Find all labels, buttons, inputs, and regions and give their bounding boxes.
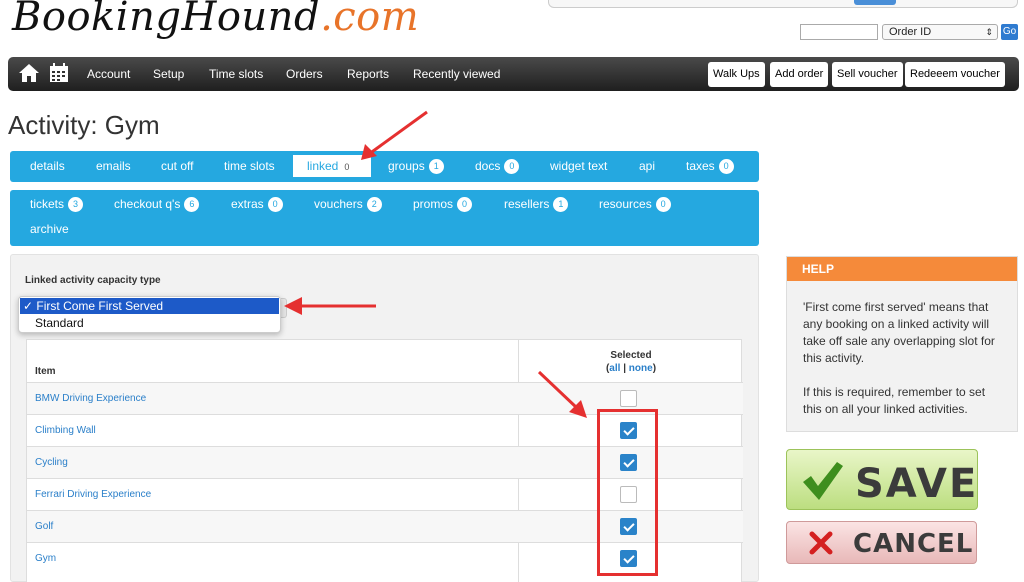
checkmark-icon [803,462,843,500]
walk-ups-button[interactable]: Walk Ups [708,62,765,87]
tab-taxes-count: 0 [718,159,734,174]
select-arrows-icon: ⇕ [985,27,993,37]
cancel-label: CANCEL [853,529,974,559]
tab-resellers[interactable]: resellers 1 [504,197,569,212]
tab-archive[interactable]: archive [30,222,69,236]
activity-link[interactable]: Ferrari Driving Experience [35,489,151,500]
order-search-input[interactable] [800,24,878,40]
top-strip [548,0,1018,8]
select-all-link[interactable]: all [609,363,620,374]
tab-resources[interactable]: resources 0 [599,197,671,212]
nav-account[interactable]: Account [87,67,130,81]
main-navbar: Account Setup Time slots Orders Reports … [8,57,1019,91]
help-paragraph-2: If this is required, remember to set thi… [803,385,986,416]
option-standard[interactable]: Standard [35,316,84,330]
select-none-link[interactable]: none [629,363,653,374]
cancel-button[interactable]: CANCEL [786,521,977,564]
tab-vouchers[interactable]: vouchers 2 [314,197,382,212]
tab-tickets[interactable]: tickets 3 [30,197,84,212]
annotation-arrow-checkboxes [537,370,587,418]
logo: BookingHound.com [12,0,419,40]
help-paragraph-1: 'First come first served' means that any… [803,300,995,365]
option-first-come-first-served[interactable]: ✓ First Come First Served [20,298,279,314]
activity-link[interactable]: Gym [35,553,56,564]
order-type-value: Order ID [889,26,932,38]
nav-time-slots[interactable]: Time slots [209,67,263,81]
tab-linked-count: 0 [344,162,350,172]
capacity-type-dropdown[interactable]: ✓ First Come First Served Standard [18,296,281,333]
nav-recently-viewed[interactable]: Recently viewed [413,67,500,81]
nav-setup[interactable]: Setup [153,67,184,81]
help-panel: HELP 'First come first served' means tha… [786,256,1018,432]
activity-link[interactable]: Climbing Wall [35,425,96,436]
nav-reports[interactable]: Reports [347,67,389,81]
logo-suffix: .com [320,0,420,40]
tab-docs[interactable]: docs 0 [475,159,520,174]
go-button[interactable]: Go [1001,24,1018,40]
top-strip-button[interactable] [854,0,896,5]
tab-resellers-count: 1 [553,197,569,212]
save-button[interactable]: SAVE [786,449,978,510]
redeem-voucher-button[interactable]: Redeeem voucher [905,62,1005,87]
annotation-arrow-dropdown [284,297,376,315]
tab-extras[interactable]: extras 0 [231,197,283,212]
nav-orders[interactable]: Orders [286,67,323,81]
calendar-icon[interactable] [49,63,69,83]
activity-link[interactable]: BMW Driving Experience [35,393,146,404]
tab-cut-off[interactable]: cut off [161,159,193,173]
tab-checkout-count: 6 [184,197,200,212]
selected-header-label: Selected [610,350,652,361]
selected-check-icon: ✓ [23,299,34,313]
tab-bar-secondary: tickets 3 checkout q's 6 extras 0 vouchers 2… [10,190,759,246]
tab-time-slots[interactable]: time slots [224,159,275,173]
tab-docs-count: 0 [504,159,520,174]
tab-checkout-questions[interactable]: checkout q's 6 [114,197,200,212]
activity-link[interactable]: Golf [35,521,53,532]
tab-api[interactable]: api [639,159,655,173]
logo-main: BookingHound [12,0,321,40]
sell-voucher-button[interactable]: Sell voucher [832,62,903,87]
tab-details[interactable]: details [30,159,65,173]
column-header-item: Item [35,366,56,377]
tab-promos-count: 0 [457,197,473,212]
tab-taxes[interactable]: taxes 0 [686,159,734,174]
capacity-type-label: Linked activity capacity type [25,275,161,286]
add-order-button[interactable]: Add order [770,62,829,87]
tab-widget-text[interactable]: widget text [550,159,607,173]
row-checkbox[interactable] [620,390,637,407]
close-icon [809,531,833,555]
help-title: HELP [787,257,1017,281]
tab-promos[interactable]: promos 0 [413,197,473,212]
tab-vouchers-count: 2 [366,197,382,212]
tab-tickets-count: 3 [68,197,84,212]
annotation-highlight-box [597,409,658,576]
tab-resources-count: 0 [655,197,671,212]
home-icon[interactable] [18,63,40,83]
tab-emails[interactable]: emails [96,159,131,173]
annotation-arrow-linked [361,110,428,160]
page-title: Activity: Gym [8,110,160,140]
save-label: SAVE [855,461,979,507]
activity-link[interactable]: Cycling [35,457,68,468]
tab-extras-count: 0 [267,197,283,212]
order-type-select[interactable]: Order ID ⇕ [882,24,998,40]
